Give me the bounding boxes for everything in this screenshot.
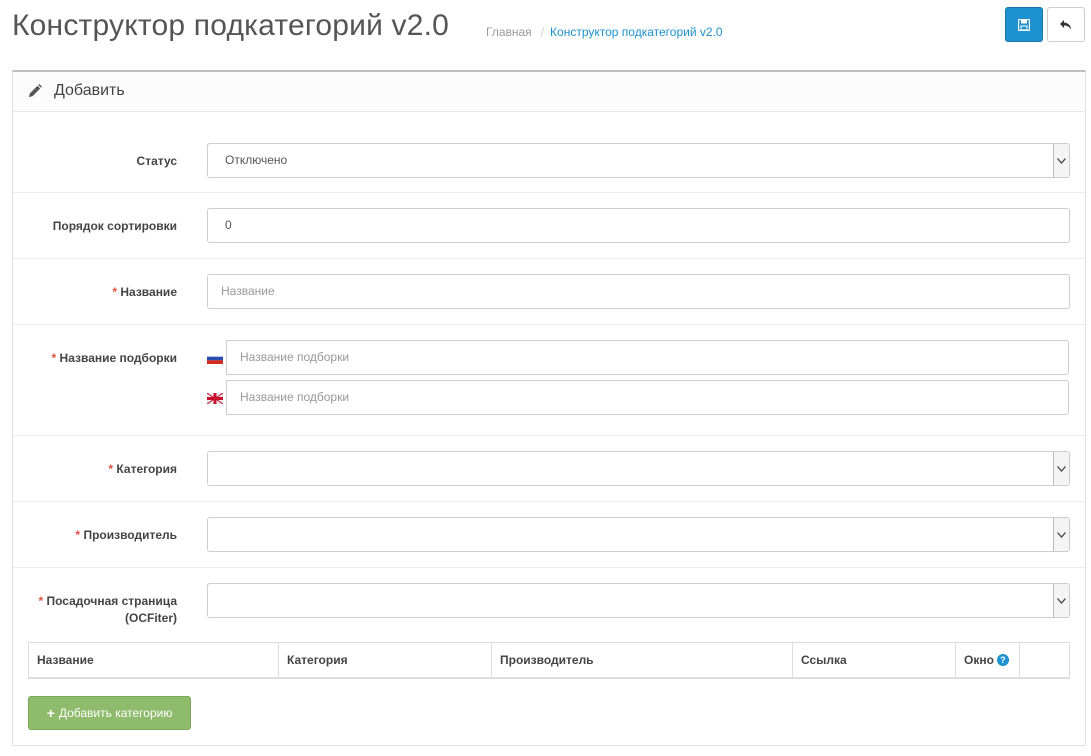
category-row: * Категория [13, 436, 1085, 502]
manufacturer-select[interactable] [207, 517, 1070, 552]
selection-name-input-ru[interactable]: Название подборки [226, 340, 1069, 375]
status-value: Отключено [225, 153, 288, 167]
breadcrumb-separator: / [540, 25, 545, 39]
column-header-manufacturer: Производитель [492, 643, 793, 677]
categories-table: Название Категория Производитель Ссылка … [28, 642, 1070, 679]
category-label: * Категория [108, 461, 177, 478]
name-input[interactable]: Название [207, 274, 1070, 309]
selection-name-label: * Название подборки [52, 350, 177, 367]
selection-name-label-text: Название подборки [59, 351, 177, 365]
landing-page-label-line2: (OCFiter) [125, 611, 177, 625]
sort-order-label: Порядок сортировки [52, 219, 177, 233]
name-label-text: Название [120, 285, 177, 299]
category-select[interactable] [207, 451, 1070, 486]
ru-flag-icon [207, 353, 223, 364]
column-header-window-label: Окно [964, 653, 994, 667]
chevron-down-icon [1053, 144, 1069, 177]
help-icon[interactable]: ? [996, 654, 1009, 666]
chevron-down-icon [1053, 452, 1069, 485]
back-button[interactable] [1047, 7, 1085, 42]
chevron-down-icon [1053, 518, 1069, 551]
selection-name-row: * Название подборки Название подборки На… [13, 325, 1085, 436]
landing-page-label-line1: Посадочная страница [46, 594, 177, 608]
status-label: Статус [136, 154, 177, 168]
status-row: Статус Отключено [13, 113, 1085, 193]
name-label: * Название [112, 284, 177, 301]
sort-order-input[interactable]: 0 [207, 208, 1070, 243]
required-marker: * [51, 351, 57, 365]
column-header-link: Ссылка [793, 643, 956, 677]
reply-icon [1060, 19, 1071, 30]
manufacturer-label: * Производитель [75, 527, 177, 544]
chevron-down-icon [1053, 584, 1069, 617]
required-marker: * [75, 528, 81, 542]
status-select[interactable]: Отключено [207, 143, 1070, 178]
manufacturer-label-text: Производитель [83, 528, 177, 542]
required-marker: * [38, 594, 44, 608]
breadcrumb-home-link[interactable]: Главная [486, 25, 532, 39]
plus-icon: + [46, 705, 55, 721]
column-header-window: Окно? [956, 643, 1020, 677]
save-button[interactable] [1005, 7, 1043, 42]
panel-heading: Добавить [13, 72, 1085, 112]
add-category-label: Добавить категорию [58, 706, 173, 720]
required-marker: * [108, 462, 114, 476]
landing-page-label: * Посадочная страница (OCFiter) [38, 593, 177, 627]
sort-order-row: Порядок сортировки 0 [13, 193, 1085, 259]
breadcrumb-current-link[interactable]: Конструктор подкатегорий v2.0 [550, 25, 723, 39]
column-header-category: Категория [279, 643, 492, 677]
column-header-actions [1020, 643, 1069, 677]
panel-title: Добавить [54, 82, 125, 99]
save-icon [1018, 18, 1030, 31]
add-category-button[interactable]: + Добавить категорию [28, 696, 191, 730]
en-flag-icon [207, 393, 223, 404]
required-marker: * [112, 285, 117, 299]
landing-page-row: * Посадочная страница (OCFiter) [13, 568, 1085, 638]
column-header-name: Название [29, 643, 279, 677]
selection-name-input-en[interactable]: Название подборки [226, 380, 1069, 415]
manufacturer-row: * Производитель [13, 502, 1085, 568]
category-label-text: Категория [116, 462, 177, 476]
pencil-icon [29, 84, 42, 97]
page-title: Конструктор подкатегорий v2.0 [12, 9, 450, 42]
page-header: Конструктор подкатегорий v2.0 Главная / Ко… [0, 0, 1091, 70]
landing-page-select[interactable] [207, 583, 1070, 618]
name-row: * Название Название [13, 259, 1085, 325]
add-panel: Добавить Статус Отключено Порядок сортир… [12, 70, 1086, 746]
breadcrumb: Главная / Конструктор подкатегорий v2.0 [486, 24, 723, 40]
